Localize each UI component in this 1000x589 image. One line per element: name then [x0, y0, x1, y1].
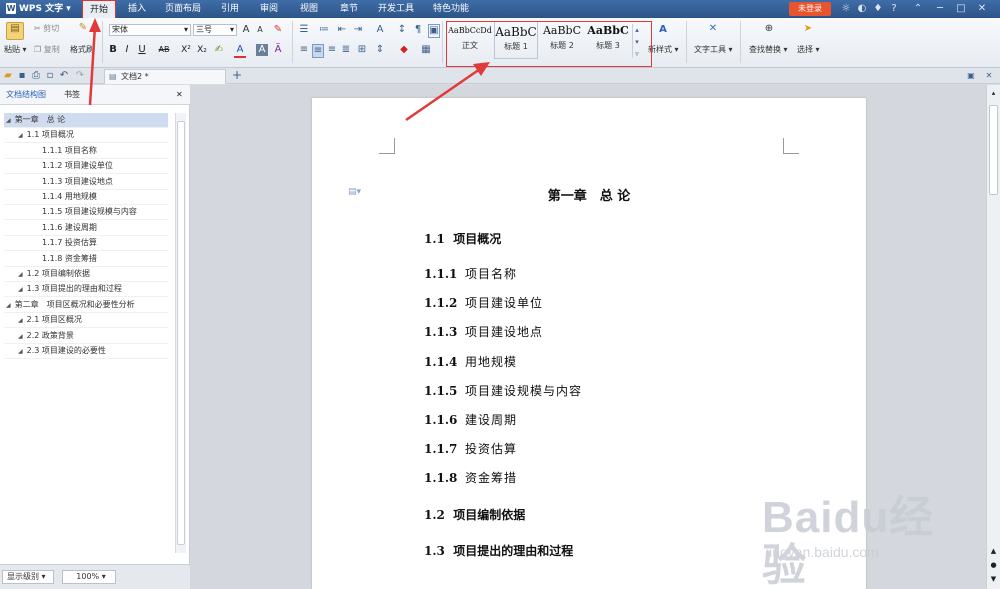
arrow-to-styles	[405, 67, 481, 122]
arrowhead	[89, 18, 101, 32]
annotation-arrows	[88, 18, 490, 122]
arrow-to-home-tab	[88, 25, 97, 106]
arrowhead	[473, 62, 490, 76]
